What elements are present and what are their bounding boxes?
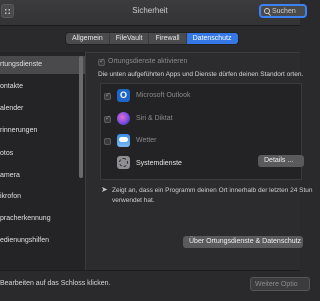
sidebar-item-location-services[interactable]: rtungsdienste — [0, 56, 85, 74]
tab-allgemein[interactable]: Allgemein — [66, 33, 110, 44]
app-name: Systemdienste — [136, 160, 182, 167]
tab-filevault[interactable]: FileVault — [110, 33, 150, 44]
tab-datenschutz[interactable]: Datenschutz — [186, 33, 238, 44]
sidebar-item-microphone[interactable]: ikrofon — [0, 188, 21, 206]
sidebar-item-reminders[interactable]: rinnerungen — [0, 122, 37, 140]
lock-hint-text: Bearbeiten auf das Schloss klicken. — [0, 280, 111, 287]
about-location-privacy-button[interactable]: Über Ortungsdienste & Datenschutz — [183, 236, 303, 248]
sidebar-item-speech-recognition[interactable]: pracherkennung — [0, 210, 51, 228]
sidebar-item-label: rtungsdienste — [0, 61, 43, 68]
sidebar-item-contacts[interactable]: ontakte — [0, 78, 23, 96]
sidebar-scrollbar[interactable] — [79, 56, 83, 178]
sidebar-item-label: rinnerungen — [0, 127, 38, 134]
arrow-note-line2: verwendet hat. — [112, 197, 155, 204]
sidebar-item-photos[interactable]: otos — [0, 145, 13, 163]
sidebar-item-label: otos — [0, 150, 14, 157]
app-checkbox[interactable] — [104, 114, 111, 123]
arrow-note-line1: Zeigt an, dass ein Programm deinen Ort i… — [112, 187, 313, 194]
sidebar-item-label: amera — [0, 172, 20, 179]
sidebar-item-label: pracherkennung — [0, 215, 51, 222]
sidebar-item-accessibility[interactable]: edienungshilfen — [0, 232, 49, 250]
sidebar-item-label: ikrofon — [0, 193, 22, 200]
app-checkbox[interactable] — [104, 91, 111, 100]
weather-icon — [117, 134, 130, 147]
location-arrow-icon: ➤ — [101, 185, 108, 194]
app-name: Microsoft Outlook — [136, 92, 191, 99]
window-title: Sicherheit — [132, 6, 168, 15]
details-button[interactable]: Details ... — [258, 155, 304, 167]
sidebar-item-label: alender — [0, 105, 24, 112]
siri-icon — [117, 112, 130, 125]
outlook-icon: O — [117, 89, 130, 102]
search-placeholder: Suchen — [272, 7, 296, 15]
sidebar-item-label: edienungshilfen — [0, 237, 50, 244]
enable-location-checkbox[interactable] — [98, 57, 105, 66]
sidebar-item-camera[interactable]: amera — [0, 167, 20, 185]
app-checkbox[interactable] — [104, 138, 111, 145]
sidebar-item-label: ontakte — [0, 83, 23, 90]
app-name: Wetter — [136, 137, 157, 144]
tab-firewall[interactable]: Firewall — [149, 33, 187, 44]
more-options-button[interactable]: Weitere Optio — [250, 277, 310, 291]
sidebar-item-calendar[interactable]: alender — [0, 100, 23, 118]
enable-location-label: Ortungsdienste aktivieren — [108, 58, 188, 65]
search-input[interactable]: Suchen — [259, 4, 307, 18]
search-icon — [264, 8, 270, 14]
gear-icon — [117, 156, 130, 169]
location-description: Die unten aufgeführten Apps und Dienste … — [98, 71, 304, 78]
tab-bar: Allgemein FileVault Firewall Datenschutz — [66, 33, 238, 44]
app-name: Siri & Diktat — [136, 115, 173, 122]
